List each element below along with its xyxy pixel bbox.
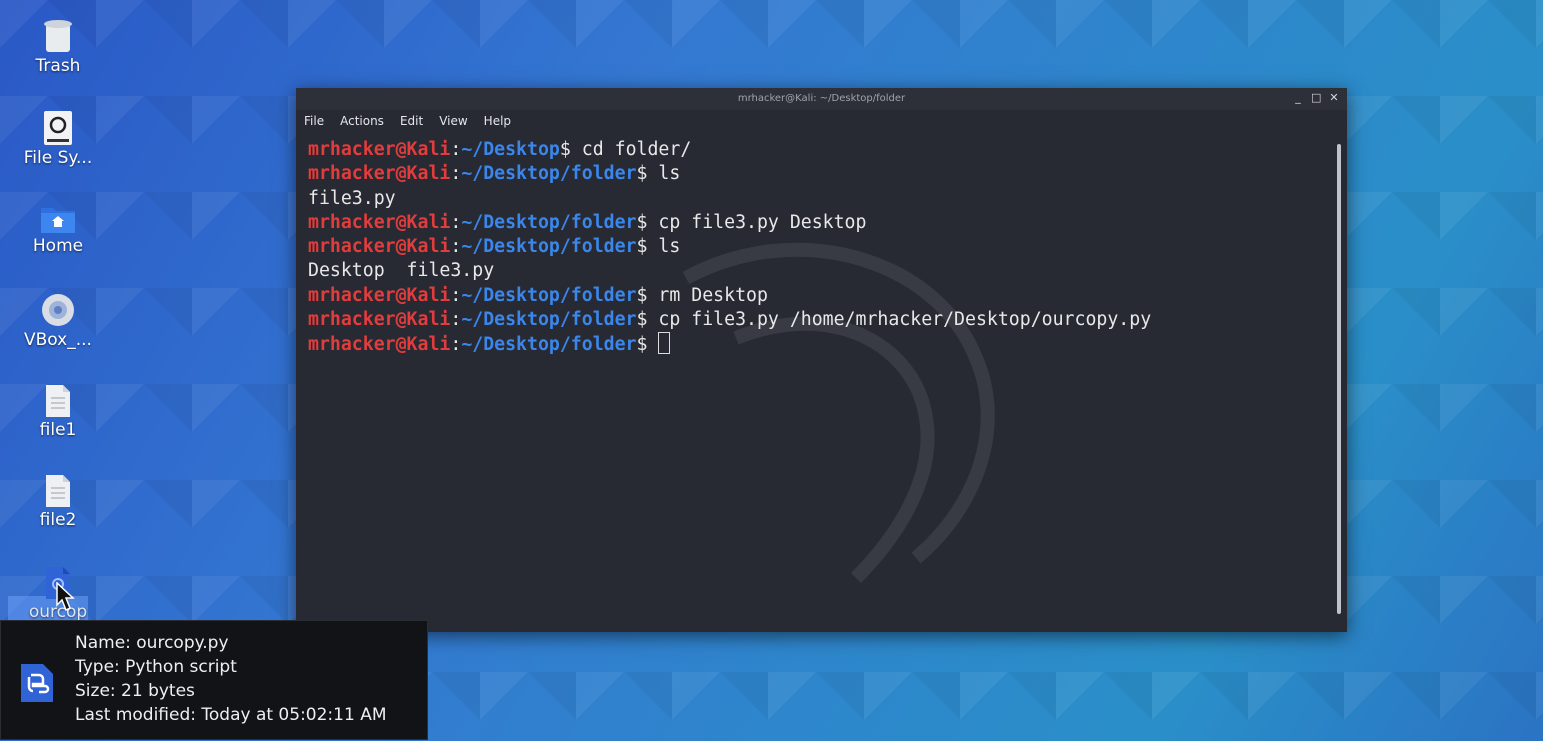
python-file-icon bbox=[21, 664, 53, 702]
prompt-user: mrhacker@Kali bbox=[308, 139, 451, 160]
tooltip-name: Name: ourcopy.py bbox=[75, 633, 229, 653]
file-tooltip: Name: ourcopy.py Type: Python script Siz… bbox=[0, 620, 428, 740]
desktop-icon-label: file1 bbox=[39, 420, 77, 440]
prompt-path: ~/Desktop/folder bbox=[461, 334, 637, 356]
prompt-path: ~/Desktop bbox=[461, 139, 560, 160]
terminal-line: Desktop file3.py bbox=[308, 259, 1327, 283]
desktop-icon-label: Trash bbox=[35, 56, 81, 76]
desktop-icon-label: file2 bbox=[39, 510, 77, 530]
command-text: $ bbox=[636, 334, 659, 356]
prompt-path: ~/Desktop/folder bbox=[461, 284, 637, 306]
prompt-path: ~/Desktop/folder bbox=[461, 211, 637, 233]
tooltip-size: Size: 21 bytes bbox=[75, 681, 195, 701]
text-file-icon bbox=[46, 385, 70, 417]
trash-icon bbox=[44, 20, 72, 52]
prompt-path: ~/Desktop/folder bbox=[461, 236, 637, 258]
menu-bar: File Actions Edit View Help bbox=[296, 110, 1347, 132]
tooltip-type: Type: Python script bbox=[75, 657, 237, 677]
maximize-button[interactable]: □ bbox=[1311, 91, 1321, 104]
menu-file[interactable]: File bbox=[304, 114, 324, 128]
disc-icon bbox=[42, 294, 74, 326]
prompt-user: mrhacker@Kali bbox=[308, 236, 451, 258]
scrollbar[interactable] bbox=[1337, 144, 1341, 614]
command-output: Desktop file3.py bbox=[308, 260, 495, 282]
menu-view[interactable]: View bbox=[439, 114, 467, 128]
desktop-icon-filesystem[interactable]: File Sy... bbox=[10, 110, 106, 168]
prompt-user: mrhacker@Kali bbox=[308, 284, 451, 306]
tooltip-modified: Last modified: Today at 05:02:11 AM bbox=[75, 705, 387, 725]
menu-actions[interactable]: Actions bbox=[340, 114, 384, 128]
prompt-path: ~/Desktop/folder bbox=[461, 309, 637, 331]
prompt-separator: : bbox=[450, 236, 462, 258]
prompt-user: mrhacker@Kali bbox=[308, 211, 451, 233]
terminal-output[interactable]: mrhacker@Kali:~/Desktop$ cd folder/mrhac… bbox=[308, 138, 1327, 622]
terminal-line: mrhacker@Kali:~/Desktop/folder$ bbox=[308, 332, 1327, 357]
desktop-icon-file1[interactable]: file1 bbox=[10, 384, 106, 440]
minimize-button[interactable]: _ bbox=[1293, 91, 1303, 104]
command-text: $ cp file3.py /home/mrhacker/Desktop/our… bbox=[636, 309, 1152, 331]
menu-help[interactable]: Help bbox=[484, 114, 511, 128]
home-folder-icon bbox=[41, 208, 75, 233]
command-text: $ ls bbox=[636, 163, 681, 185]
terminal-line: mrhacker@Kali:~/Desktop/folder$ rm Deskt… bbox=[308, 284, 1327, 308]
menu-edit[interactable]: Edit bbox=[400, 114, 423, 128]
terminal-cursor bbox=[658, 332, 671, 355]
command-text: $ cp file3.py Desktop bbox=[636, 211, 867, 233]
window-title: mrhacker@Kali: ~/Desktop/folder bbox=[737, 93, 906, 104]
text-file-icon bbox=[46, 475, 70, 507]
terminal-line: mrhacker@Kali:~/Desktop/folder$ cp file3… bbox=[308, 308, 1327, 332]
desktop-icon-label: VBox_... bbox=[24, 330, 92, 350]
prompt-user: mrhacker@Kali bbox=[308, 309, 451, 331]
command-text: $ cd folder/ bbox=[559, 139, 692, 160]
desktop-icon-file2[interactable]: file2 bbox=[10, 474, 106, 530]
terminal-window[interactable]: mrhacker@Kali: ~/Desktop/folder _ □ ✕ Fi… bbox=[296, 88, 1347, 632]
desktop-icon-home[interactable]: Home bbox=[10, 204, 106, 256]
close-button[interactable]: ✕ bbox=[1329, 91, 1339, 104]
drive-icon bbox=[44, 111, 72, 145]
prompt-separator: : bbox=[450, 334, 462, 356]
prompt-separator: : bbox=[450, 163, 462, 185]
command-output: file3.py bbox=[308, 187, 396, 209]
terminal-line: mrhacker@Kali:~/Desktop$ cd folder/ bbox=[308, 138, 1327, 162]
desktop-icon-label: File Sy... bbox=[23, 148, 93, 168]
title-bar[interactable]: mrhacker@Kali: ~/Desktop/folder _ □ ✕ bbox=[296, 88, 1347, 110]
terminal-line: mrhacker@Kali:~/Desktop/folder$ cp file3… bbox=[308, 211, 1327, 235]
prompt-path: ~/Desktop/folder bbox=[461, 163, 637, 185]
command-text: $ ls bbox=[636, 236, 681, 258]
terminal-line: file3.py bbox=[308, 187, 1327, 211]
terminal-line: mrhacker@Kali:~/Desktop/folder$ ls bbox=[308, 162, 1327, 186]
mouse-pointer-icon bbox=[56, 582, 75, 612]
prompt-user: mrhacker@Kali bbox=[308, 334, 451, 356]
prompt-separator: : bbox=[450, 309, 462, 331]
command-text: $ rm Desktop bbox=[636, 284, 768, 306]
desktop-icon-label: Home bbox=[32, 236, 84, 256]
prompt-separator: : bbox=[450, 139, 462, 160]
terminal-line: mrhacker@Kali:~/Desktop/folder$ ls bbox=[308, 235, 1327, 259]
prompt-user: mrhacker@Kali bbox=[308, 163, 451, 185]
prompt-separator: : bbox=[450, 284, 462, 306]
desktop-icon-vbox[interactable]: VBox_... bbox=[10, 292, 106, 350]
prompt-separator: : bbox=[450, 211, 462, 233]
desktop-icon-trash[interactable]: Trash bbox=[10, 18, 106, 76]
